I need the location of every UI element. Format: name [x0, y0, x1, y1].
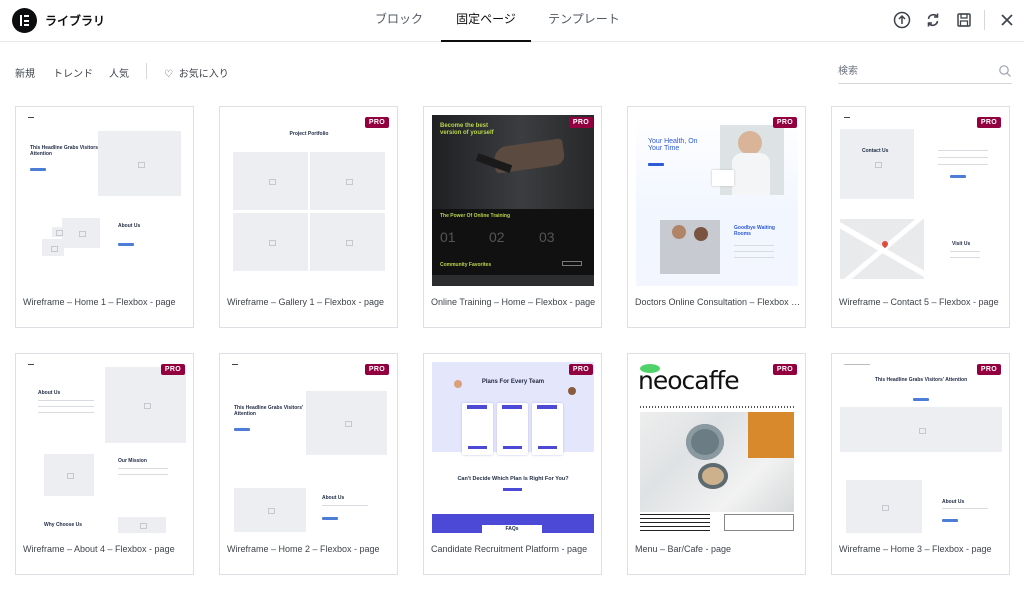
thumb-footer: Why Choose Us [44, 522, 83, 528]
filter-new[interactable]: 新規 [15, 65, 35, 80]
template-card[interactable]: Contact Us Visit Us PRO Wireframe – Cont… [831, 106, 1010, 328]
thumb-heading: This Headline Grabs Visitors' Attention [874, 377, 968, 383]
template-card[interactable]: This Headline Grabs Visitors' Attention … [219, 353, 398, 575]
upload-icon[interactable] [892, 10, 912, 30]
thumb-num: 02 [489, 229, 505, 245]
template-thumbnail: Become the best version of yourself The … [432, 115, 594, 286]
template-card[interactable]: This Headline Grabs Visitors' Attention … [831, 353, 1010, 575]
library-header: ライブラリ ブロック 固定ページ テンプレート [0, 0, 1024, 42]
thumb-heading: This Headline Grabs Visitors' Attention [30, 145, 100, 157]
template-card[interactable]: neocaffe PRO Menu – Bar/Cafe - page [627, 353, 806, 575]
template-thumbnail: Plans For Every Team Can't Decide Which … [432, 362, 594, 533]
thumb-heading: neocaffe [638, 366, 740, 395]
template-thumbnail: This Headline Grabs Visitors' Attention … [228, 362, 390, 533]
pro-badge: PRO [568, 364, 593, 375]
filter-favorites-label: お気に入り [178, 69, 229, 80]
thumb-section: Our Mission [118, 458, 147, 464]
sync-icon[interactable] [923, 10, 943, 30]
thumb-section: About Us [322, 495, 345, 501]
thumb-section: About Us [942, 499, 965, 505]
tab-blocks[interactable]: ブロック [366, 10, 432, 42]
save-icon[interactable] [954, 10, 974, 30]
template-card[interactable]: About Us Our Mission Why Choose Us PRO W… [15, 353, 194, 575]
thumb-section: Goodbye Waiting Rooms [734, 225, 775, 237]
pro-badge: PRO [364, 117, 389, 128]
template-title: Candidate Recruitment Platform - page [431, 544, 588, 554]
template-thumbnail: This Headline Grabs Visitors' Attention … [24, 115, 186, 286]
thumb-heading: Your Health, On Your Time [648, 138, 698, 152]
tab-templates[interactable]: テンプレート [540, 10, 628, 42]
pro-badge: PRO [364, 364, 389, 375]
pro-badge: PRO [772, 364, 797, 375]
header-divider [984, 10, 985, 30]
template-card[interactable]: This Headline Grabs Visitors' Attention … [15, 106, 194, 328]
thumb-heading: Contact Us [862, 148, 889, 154]
thumb-footer: FAQs [482, 525, 542, 533]
tab-pages[interactable]: 固定ページ [441, 10, 531, 42]
thumb-num: 01 [440, 229, 456, 245]
template-card[interactable]: Project Portfolio PRO Wireframe – Galler… [219, 106, 398, 328]
template-title: Menu – Bar/Cafe - page [635, 544, 732, 554]
thumb-heading: Become the best version of yourself [440, 123, 494, 136]
template-card[interactable]: Become the best version of yourself The … [423, 106, 602, 328]
thumb-heading: Project Portfolio [289, 131, 329, 137]
heart-icon: ♡ [164, 69, 173, 80]
search-box [838, 60, 1012, 84]
filter-favorites[interactable]: ♡ お気に入り [164, 65, 229, 80]
thumb-footer: Community Favorites [440, 262, 492, 268]
pro-badge: PRO [568, 117, 593, 128]
library-tabs: ブロック 固定ページ テンプレート [0, 0, 1024, 42]
template-title: Wireframe – Home 3 – Flexbox - page [839, 544, 992, 554]
close-icon[interactable] [997, 10, 1017, 30]
template-thumbnail: Project Portfolio [228, 115, 390, 286]
filter-trend[interactable]: トレンド [53, 65, 93, 80]
template-thumbnail: neocaffe [636, 362, 798, 533]
search-icon[interactable] [998, 64, 1012, 78]
search-input[interactable] [838, 60, 988, 82]
thumb-section: The Power Of Online Training [440, 213, 511, 219]
template-title: Online Training – Home – Flexbox - page [431, 297, 596, 307]
template-thumbnail: About Us Our Mission Why Choose Us [24, 362, 186, 533]
template-card[interactable]: Your Health, On Your Time Goodbye Waitin… [627, 106, 806, 328]
template-title: Doctors Online Consultation – Flexbox - … [635, 297, 801, 307]
thumb-heading: About Us [38, 390, 61, 396]
filter-popular[interactable]: 人気 [109, 65, 129, 80]
template-thumbnail: Your Health, On Your Time Goodbye Waitin… [636, 115, 798, 286]
pro-badge: PRO [160, 364, 185, 375]
template-thumbnail: This Headline Grabs Visitors' Attention … [840, 362, 1002, 533]
thumb-num: 03 [539, 229, 555, 245]
thumb-section: About Us [118, 223, 141, 229]
template-title: Wireframe – Home 2 – Flexbox - page [227, 544, 380, 554]
pro-badge: PRO [976, 117, 1001, 128]
thumb-heading: This Headline Grabs Visitors' Attention [234, 405, 304, 417]
template-title: Wireframe – Contact 5 – Flexbox - page [839, 297, 999, 307]
template-thumbnail: Contact Us Visit Us [840, 115, 1002, 286]
filter-divider [146, 63, 147, 79]
thumb-section: Can't Decide Which Plan Is Right For You… [457, 476, 569, 482]
pro-badge: PRO [976, 364, 1001, 375]
template-card[interactable]: Plans For Every Team Can't Decide Which … [423, 353, 602, 575]
thumb-section: Visit Us [952, 241, 971, 247]
template-title: Wireframe – About 4 – Flexbox - page [23, 544, 175, 554]
template-title: Wireframe – Home 1 – Flexbox - page [23, 297, 176, 307]
pro-badge: PRO [772, 117, 797, 128]
template-title: Wireframe – Gallery 1 – Flexbox - page [227, 297, 385, 307]
